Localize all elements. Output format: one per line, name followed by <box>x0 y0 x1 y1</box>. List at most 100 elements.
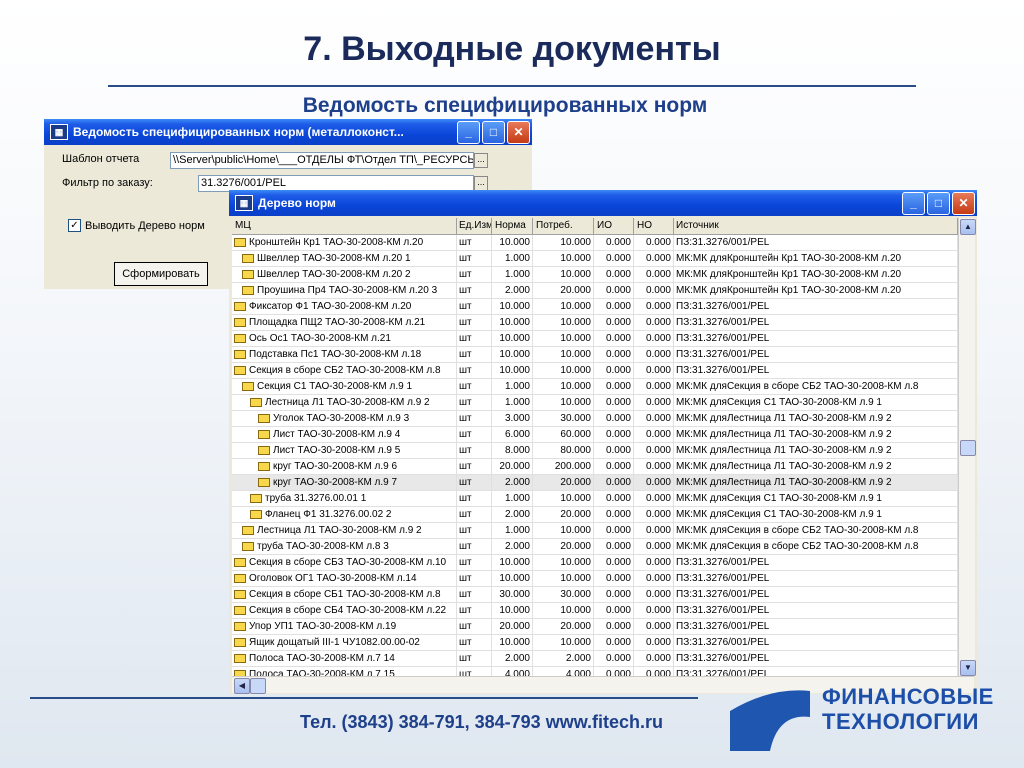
chevron-left-icon[interactable]: ◀ <box>234 678 250 694</box>
folder-icon[interactable] <box>234 654 246 663</box>
folder-icon[interactable] <box>234 590 246 599</box>
tree-window-titlebar[interactable]: ▦ Дерево норм _ □ ✕ <box>229 190 977 216</box>
minimize-icon[interactable]: _ <box>457 120 480 144</box>
template-browse-button[interactable]: ... <box>474 153 488 168</box>
cell-no: 0.000 <box>634 299 674 314</box>
folder-icon[interactable] <box>258 462 270 471</box>
table-row[interactable]: круг ТАО-30-2008-КМ л.9 7 шт 2.000 20.000 0.… <box>232 475 958 491</box>
table-row[interactable]: Подставка Пс1 ТАО-30-2008-КМ л.18 шт 10.00… <box>232 347 958 363</box>
horizontal-scroll-thumb[interactable] <box>250 678 266 694</box>
folder-icon[interactable] <box>234 558 246 567</box>
folder-icon[interactable] <box>242 254 254 263</box>
cell-unit: шт <box>457 299 492 314</box>
table-row[interactable]: Швеллер ТАО-30-2008-КМ л.20 1 шт 1.000 10.0… <box>232 251 958 267</box>
cell-name-text: Площадка ПЩ2 ТАО-30-2008-КМ л.21 <box>249 317 426 328</box>
table-row[interactable]: Лист ТАО-30-2008-КМ л.9 4 шт 6.000 60.000 0.… <box>232 427 958 443</box>
folder-icon[interactable] <box>242 382 254 391</box>
folder-icon[interactable] <box>258 430 270 439</box>
cell-need: 10.000 <box>533 363 594 378</box>
cell-name: круг ТАО-30-2008-КМ л.9 7 <box>232 475 457 490</box>
folder-icon[interactable] <box>250 494 262 503</box>
folder-icon[interactable] <box>258 478 270 487</box>
cell-unit: шт <box>457 331 492 346</box>
table-row[interactable]: Швеллер ТАО-30-2008-КМ л.20 2 шт 1.000 10.0… <box>232 267 958 283</box>
close-icon[interactable]: ✕ <box>952 191 975 215</box>
table-row[interactable]: Полоса ТАО-30-2008-КМ л.7 15 шт 4.000 4.000… <box>232 667 958 676</box>
folder-icon[interactable] <box>250 398 262 407</box>
chevron-up-icon[interactable]: ▲ <box>960 219 976 235</box>
table-row[interactable]: Ось Ос1 ТАО-30-2008-КМ л.21 шт 10.000 10.00… <box>232 331 958 347</box>
maximize-icon[interactable]: □ <box>482 120 505 144</box>
report-window-titlebar[interactable]: ▦ Ведомость специфицированных норм (мета… <box>44 119 532 145</box>
cell-io: 0.000 <box>594 379 634 394</box>
folder-icon[interactable] <box>234 638 246 647</box>
minimize-icon[interactable]: _ <box>902 191 925 215</box>
folder-icon[interactable] <box>242 526 254 535</box>
cell-need: 10.000 <box>533 315 594 330</box>
table-row[interactable]: Упор УП1 ТАО-30-2008-КМ л.19 шт 20.000 20.0… <box>232 619 958 635</box>
close-icon[interactable]: ✕ <box>507 120 530 144</box>
cell-unit: шт <box>457 315 492 330</box>
filter-browse-button[interactable]: ... <box>474 176 488 191</box>
folder-icon[interactable] <box>234 238 246 247</box>
table-row[interactable]: труба ТАО-30-2008-КМ л.8 3 шт 2.000 20.000 0… <box>232 539 958 555</box>
generate-button[interactable]: Сформировать <box>114 262 208 286</box>
cell-name-text: Лестница Л1 ТАО-30-2008-КМ л.9 2 <box>257 525 422 536</box>
folder-icon[interactable] <box>234 574 246 583</box>
maximize-icon[interactable]: □ <box>927 191 950 215</box>
table-row[interactable]: труба 31.3276.00.01 1 шт 1.000 10.000 0.000 0… <box>232 491 958 507</box>
folder-icon[interactable] <box>234 606 246 615</box>
folder-icon[interactable] <box>234 302 246 311</box>
cell-src: МК:МК дляСекция в сборе СБ2 ТАО-30-2008-… <box>674 379 958 394</box>
template-path-field[interactable]: \\Server\public\Home\___ОТДЕЛЫ ФТ\Отдел … <box>170 152 474 169</box>
cell-name-text: Лист ТАО-30-2008-КМ л.9 4 <box>273 429 401 440</box>
cell-name: Уголок ТАО-30-2008-КМ л.9 3 <box>232 411 457 426</box>
folder-icon[interactable] <box>234 318 246 327</box>
table-row[interactable]: Секция в сборе СБ3 ТАО-30-2008-КМ л.10 шт… <box>232 555 958 571</box>
cell-no: 0.000 <box>634 603 674 618</box>
column-header-norm[interactable]: Норма <box>492 218 533 234</box>
column-header-source[interactable]: Источник <box>674 218 958 234</box>
chevron-down-icon[interactable]: ▼ <box>960 660 976 676</box>
table-row[interactable]: Проушина Пр4 ТАО-30-2008-КМ л.20 3 шт 2.00… <box>232 283 958 299</box>
output-tree-checkbox[interactable]: ✓ Выводить Дерево норм <box>68 219 205 232</box>
folder-icon[interactable] <box>242 270 254 279</box>
table-row[interactable]: Кронштейн Кр1 ТАО-30-2008-КМ л.20 шт 10.00… <box>232 235 958 251</box>
table-row[interactable]: Секция в сборе СБ4 ТАО-30-2008-КМ л.22 шт… <box>232 603 958 619</box>
folder-icon[interactable] <box>258 446 270 455</box>
scroll-thumb[interactable] <box>960 440 976 456</box>
logo-line-1: ФИНАНСОВЫЕ <box>822 684 994 709</box>
cell-norm: 2.000 <box>492 539 533 554</box>
cell-name: Полоса ТАО-30-2008-КМ л.7 14 <box>232 651 457 666</box>
cell-no: 0.000 <box>634 587 674 602</box>
table-row[interactable]: Уголок ТАО-30-2008-КМ л.9 3 шт 3.000 30.000… <box>232 411 958 427</box>
table-row[interactable]: Ящик дощатый III-1 ЧУ1082.00.00-02 шт 10.0… <box>232 635 958 651</box>
folder-icon[interactable] <box>234 622 246 631</box>
table-row[interactable]: Площадка ПЩ2 ТАО-30-2008-КМ л.21 шт 10.000… <box>232 315 958 331</box>
table-row[interactable]: круг ТАО-30-2008-КМ л.9 6 шт 20.000 200.000… <box>232 459 958 475</box>
table-row[interactable]: Секция С1 ТАО-30-2008-КМ л.9 1 шт 1.000 10.… <box>232 379 958 395</box>
folder-icon[interactable] <box>234 350 246 359</box>
folder-icon[interactable] <box>242 542 254 551</box>
column-header-unit[interactable]: Ед.Изм <box>457 218 492 234</box>
table-row[interactable]: Секция в сборе СБ1 ТАО-30-2008-КМ л.8 шт 3… <box>232 587 958 603</box>
folder-icon[interactable] <box>250 510 262 519</box>
table-row[interactable]: Лестница Л1 ТАО-30-2008-КМ л.9 2 шт 1.000 1… <box>232 395 958 411</box>
column-header-no[interactable]: НО <box>634 218 674 234</box>
column-header-name[interactable]: МЦ <box>232 218 457 234</box>
table-row[interactable]: Полоса ТАО-30-2008-КМ л.7 14 шт 2.000 2.000… <box>232 651 958 667</box>
folder-icon[interactable] <box>234 366 246 375</box>
table-row[interactable]: Фиксатор Ф1 ТАО-30-2008-КМ л.20 шт 10.000 1… <box>232 299 958 315</box>
cell-need: 30.000 <box>533 411 594 426</box>
folder-icon[interactable] <box>258 414 270 423</box>
table-row[interactable]: Секция в сборе СБ2 ТАО-30-2008-КМ л.8 шт 1… <box>232 363 958 379</box>
table-row[interactable]: Фланец Ф1 31.3276.00.02 2 шт 2.000 20.000 0.… <box>232 507 958 523</box>
table-row[interactable]: Лист ТАО-30-2008-КМ л.9 5 шт 8.000 80.000 0.… <box>232 443 958 459</box>
table-row[interactable]: Лестница Л1 ТАО-30-2008-КМ л.9 2 шт 1.000 1… <box>232 523 958 539</box>
folder-icon[interactable] <box>234 334 246 343</box>
folder-icon[interactable] <box>242 286 254 295</box>
vertical-scrollbar[interactable]: ▲ ▼ <box>958 218 976 676</box>
column-header-io[interactable]: ИО <box>594 218 634 234</box>
column-header-need[interactable]: Потреб. <box>533 218 594 234</box>
table-row[interactable]: Оголовок ОГ1 ТАО-30-2008-КМ л.14 шт 10.000… <box>232 571 958 587</box>
